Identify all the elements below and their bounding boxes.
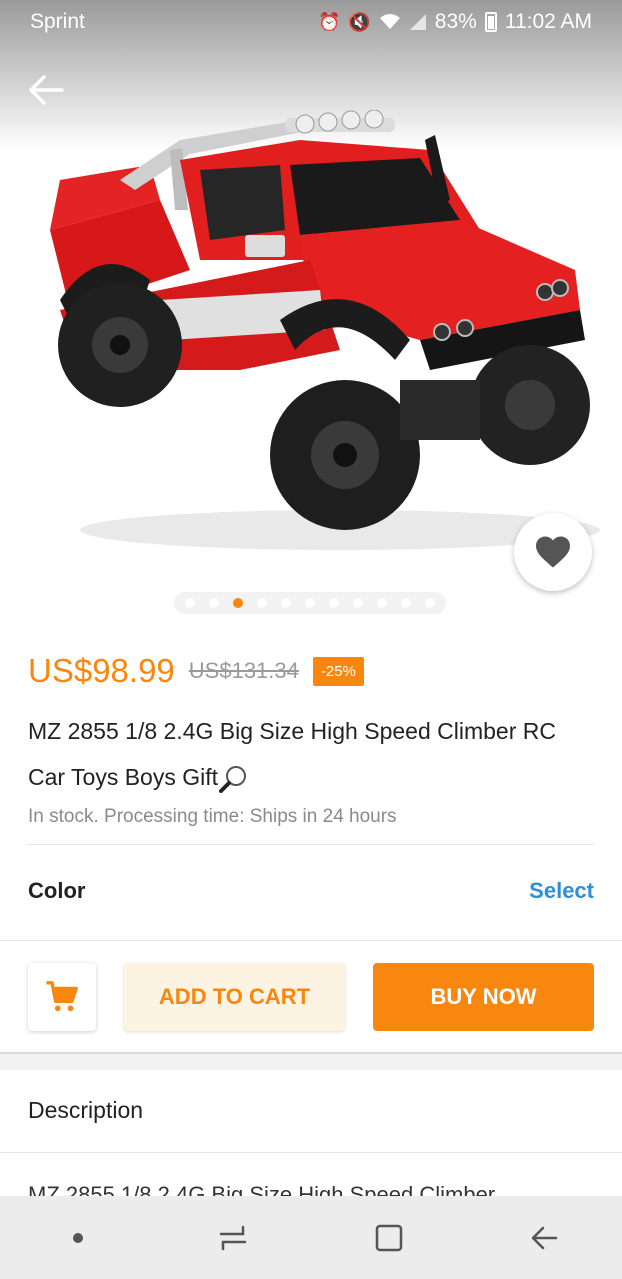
shopping-cart-icon [46, 981, 78, 1012]
price-row: US$98.99 US$131.34 -25% [28, 652, 364, 690]
buy-now-button[interactable]: BUY NOW [373, 963, 594, 1031]
mute-icon: 🔇 [348, 11, 371, 32]
arrow-left-icon [29, 75, 64, 105]
alarm-icon: ⏰ [317, 11, 341, 32]
color-option-row[interactable]: Color Select [28, 878, 594, 904]
pager-dot[interactable] [401, 598, 411, 608]
back-button[interactable] [26, 70, 70, 110]
color-select-link[interactable]: Select [529, 878, 594, 904]
system-back-button[interactable] [514, 1208, 574, 1268]
home-button[interactable] [359, 1208, 419, 1268]
nav-dot-button[interactable] [48, 1208, 108, 1268]
divider [0, 1152, 622, 1153]
wifi-icon [379, 14, 400, 29]
status-icons: ⏰ 🔇 83% 11:02 AM [318, 10, 592, 34]
color-label: Color [28, 878, 86, 903]
divider [0, 940, 622, 941]
magnifier-icon[interactable] [218, 765, 248, 793]
pager-dot[interactable] [185, 598, 195, 608]
recents-button[interactable] [203, 1208, 263, 1268]
dot-icon [72, 1232, 83, 1243]
pager-dot[interactable] [257, 598, 267, 608]
pager-dot[interactable] [377, 598, 387, 608]
pager-dot[interactable] [305, 598, 315, 608]
recents-icon [220, 1225, 247, 1250]
cart-button[interactable] [28, 963, 96, 1031]
description-text-line: MZ 2855 1/8 2.4G Big Size High Speed Cli… [28, 1184, 495, 1196]
purchase-actions: ADD TO CART BUY NOW [0, 962, 622, 1034]
pager-dot[interactable] [353, 598, 363, 608]
battery-percent: 83% [434, 10, 477, 33]
current-price: US$98.99 [28, 652, 175, 689]
pager-dot[interactable] [329, 598, 339, 608]
discount-badge: -25% [312, 656, 364, 686]
description-text: MZ 2855 1/8 2.4G Big Size High Speed Cli… [28, 1184, 594, 1196]
pager-dot[interactable] [281, 598, 291, 608]
product-title: MZ 2855 1/8 2.4G Big Size High Speed Cli… [28, 708, 594, 800]
pager-dot[interactable] [209, 598, 219, 608]
heart-icon [536, 536, 570, 568]
signal-icon [409, 14, 426, 30]
product-image[interactable] [40, 110, 600, 560]
carrier-name: Sprint [30, 10, 85, 33]
battery-icon [484, 12, 497, 32]
system-nav-bar [0, 1196, 622, 1279]
clock: 11:02 AM [504, 10, 592, 33]
product-image-gallery[interactable] [0, 0, 622, 640]
description-heading[interactable]: Description [28, 1097, 143, 1124]
original-price: US$131.34 [188, 658, 299, 683]
home-square-icon [375, 1224, 402, 1251]
stock-info: In stock. Processing time: Ships in 24 h… [28, 806, 397, 827]
add-to-cart-button[interactable]: ADD TO CART [124, 963, 345, 1031]
pager-dot[interactable] [425, 598, 435, 608]
divider [28, 844, 594, 845]
back-arrow-icon [532, 1226, 558, 1249]
image-pager[interactable] [174, 592, 446, 614]
product-title-text: MZ 2855 1/8 2.4G Big Size High Speed Cli… [28, 718, 556, 790]
section-separator [0, 1052, 622, 1070]
favorite-button[interactable] [514, 513, 592, 591]
pager-dot-active[interactable] [233, 598, 243, 608]
status-bar: Sprint ⏰ 🔇 83% 11:02 AM [0, 0, 622, 44]
